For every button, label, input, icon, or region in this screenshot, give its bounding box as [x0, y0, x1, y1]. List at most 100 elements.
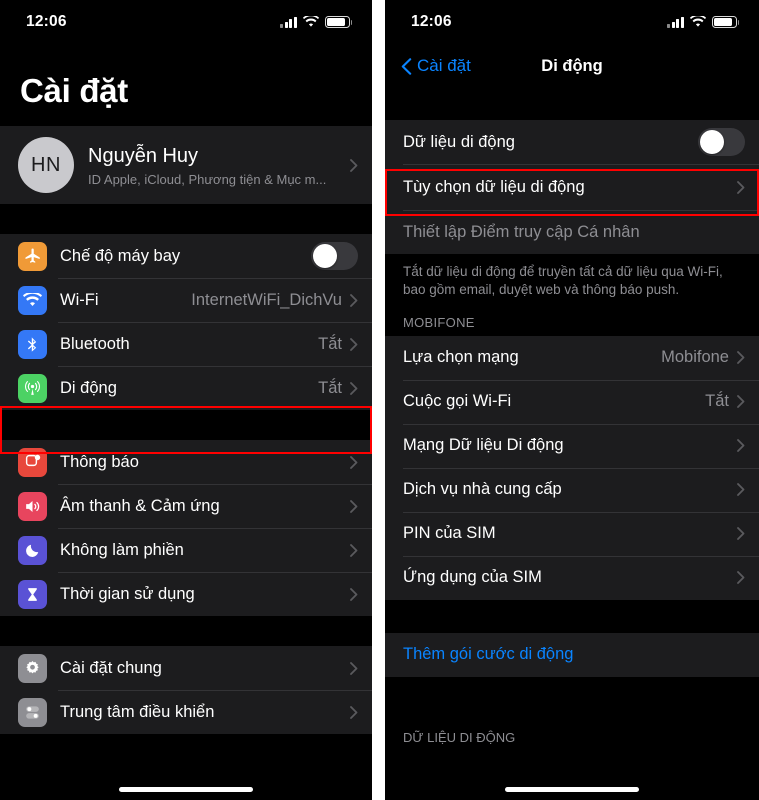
row-value: Tắt [318, 334, 342, 353]
control-center-icon [18, 697, 47, 727]
notifications-icon [18, 447, 47, 477]
row-label: Thời gian sử dụng [60, 584, 195, 603]
chevron-right-icon [737, 395, 745, 409]
row-label: PIN của SIM [403, 524, 496, 543]
row-add-cellular-plan[interactable]: Thêm gói cước di động [385, 633, 759, 677]
row-label: Âm thanh & Cảm ứng [60, 496, 220, 515]
battery-icon [325, 16, 353, 28]
home-indicator [505, 787, 639, 792]
battery-icon [712, 16, 740, 28]
nav-bar: Cài đặt Di động [385, 44, 759, 88]
chevron-right-icon [350, 381, 358, 395]
group-spacer [385, 599, 759, 633]
page-title: Cài đặt [20, 72, 128, 109]
row-label: Thiết lập Điểm truy cập Cá nhân [403, 222, 640, 241]
cellular-bars-icon [667, 16, 684, 28]
chevron-left-icon [401, 57, 412, 75]
row-label: Dữ liệu di động [403, 132, 515, 151]
chevron-right-icon [350, 543, 358, 557]
chevron-right-icon [350, 587, 358, 601]
row-cellular-data-options[interactable]: Tùy chọn dữ liệu di động [385, 164, 759, 210]
settings-group-general: Cài đặt chung Trung tâm điều khiển [0, 646, 372, 734]
back-button[interactable]: Cài đặt [401, 56, 471, 76]
sidebar-item-control-center[interactable]: Trung tâm điều khiển [0, 690, 372, 734]
row-label: Tùy chọn dữ liệu di động [403, 177, 585, 196]
moon-icon [18, 535, 47, 565]
settings-group-connectivity: Chế độ máy bay Wi-Fi InternetWiFi_DichVu… [0, 234, 372, 410]
row-sim-pin[interactable]: PIN của SIM [385, 511, 759, 556]
wifi-icon [303, 16, 319, 28]
sidebar-item-airplane-mode[interactable]: Chế độ máy bay [0, 234, 372, 278]
row-label: Di động [60, 378, 117, 397]
chevron-right-icon [737, 527, 745, 541]
sidebar-item-notifications[interactable]: Thông báo [0, 440, 372, 484]
sidebar-item-cellular[interactable]: Di động Tắt [0, 366, 372, 410]
sidebar-item-do-not-disturb[interactable]: Không làm phiền [0, 528, 372, 572]
status-indicators [667, 16, 740, 28]
apple-id-text: Nguyễn Huy ID Apple, iCloud, Phương tiện… [88, 144, 350, 187]
row-label: Không làm phiền [60, 540, 184, 559]
apple-id-subtitle: ID Apple, iCloud, Phương tiện & Mục m... [88, 171, 327, 187]
left-phone-screen: 12:06 Cài đặt HN Nguyễn Huy ID Apple, iC… [0, 0, 372, 800]
status-bar-right: 12:06 [385, 0, 759, 44]
row-value: Mobifone [661, 348, 729, 367]
cellular-bars-icon [280, 16, 297, 28]
airplane-mode-toggle[interactable] [311, 242, 358, 270]
gear-icon [18, 653, 47, 683]
right-phone-screen: 12:06 Cài đặt Di động Dữ liệu di động Tù… [385, 0, 759, 800]
chevron-right-icon [350, 499, 358, 513]
row-value: InternetWiFi_DichVu [191, 290, 342, 309]
row-label: Wi-Fi [60, 290, 99, 309]
row-wifi-calling[interactable]: Cuộc gọi Wi-Fi Tắt [385, 379, 759, 424]
cellular-data-footer-note: Tắt dữ liệu di động để truyền tất cả dữ … [385, 254, 759, 308]
group-spacer [0, 410, 372, 440]
row-cellular-data-network[interactable]: Mạng Dữ liệu Di động [385, 423, 759, 468]
row-label: Lựa chọn mạng [403, 348, 519, 367]
row-label: Thông báo [60, 452, 139, 471]
apple-id-name: Nguyễn Huy [88, 144, 199, 167]
chevron-right-icon [350, 455, 358, 469]
group-spacer [385, 88, 759, 120]
dual-screenshot-stage: 12:06 Cài đặt HN Nguyễn Huy ID Apple, iC… [0, 0, 759, 800]
row-label: Mạng Dữ liệu Di động [403, 436, 564, 455]
settings-group-notifications: Thông báo Âm thanh & Cảm ứng Không làm p… [0, 440, 372, 616]
sidebar-item-general[interactable]: Cài đặt chung [0, 646, 372, 690]
airplane-icon [18, 241, 47, 271]
mobile-data-toggle[interactable] [698, 128, 745, 156]
chevron-right-icon [350, 293, 358, 307]
panel-divider [372, 0, 385, 800]
row-label: Cuộc gọi Wi-Fi [403, 392, 512, 411]
sidebar-item-screen-time[interactable]: Thời gian sử dụng [0, 572, 372, 616]
row-label: Thêm gói cước di động [403, 645, 574, 664]
group-spacer [0, 616, 372, 646]
carrier-group: Lựa chọn mạng Mobifone Cuộc gọi Wi-Fi Tắ… [385, 335, 759, 600]
row-label: Chế độ máy bay [60, 246, 181, 265]
carrier-section-header: MOBIFONE [385, 307, 759, 336]
group-spacer [0, 204, 372, 234]
chevron-right-icon [737, 483, 745, 497]
row-network-selection[interactable]: Lựa chọn mạng Mobifone [385, 336, 759, 380]
home-indicator [119, 787, 253, 792]
status-time: 12:06 [411, 13, 452, 30]
row-sim-applications[interactable]: Ứng dụng của SIM [385, 555, 759, 600]
row-personal-hotspot[interactable]: Thiết lập Điểm truy cập Cá nhân [385, 210, 759, 254]
cellular-icon [18, 373, 47, 403]
sidebar-item-bluetooth[interactable]: Bluetooth Tắt [0, 322, 372, 366]
apple-id-row[interactable]: HN Nguyễn Huy ID Apple, iCloud, Phương t… [0, 126, 372, 204]
sidebar-item-sounds[interactable]: Âm thanh & Cảm ứng [0, 484, 372, 528]
row-label: Trung tâm điều khiển [60, 702, 215, 721]
row-label: Cài đặt chung [60, 658, 162, 677]
chevron-right-icon [350, 705, 358, 719]
row-mobile-data[interactable]: Dữ liệu di động [385, 120, 759, 164]
hourglass-icon [18, 579, 47, 609]
wifi-icon [690, 16, 706, 28]
bottom-section-header: DỮ LIỆU DI ĐỘNG [385, 725, 759, 745]
sidebar-item-wifi[interactable]: Wi-Fi InternetWiFi_DichVu [0, 278, 372, 322]
status-time: 12:06 [26, 13, 67, 30]
chevron-right-icon [737, 439, 745, 453]
row-carrier-services[interactable]: Dịch vụ nhà cung cấp [385, 467, 759, 512]
chevron-right-icon [350, 661, 358, 675]
chevron-right-icon [737, 180, 745, 194]
status-indicators [280, 16, 353, 28]
back-button-label: Cài đặt [417, 56, 471, 75]
